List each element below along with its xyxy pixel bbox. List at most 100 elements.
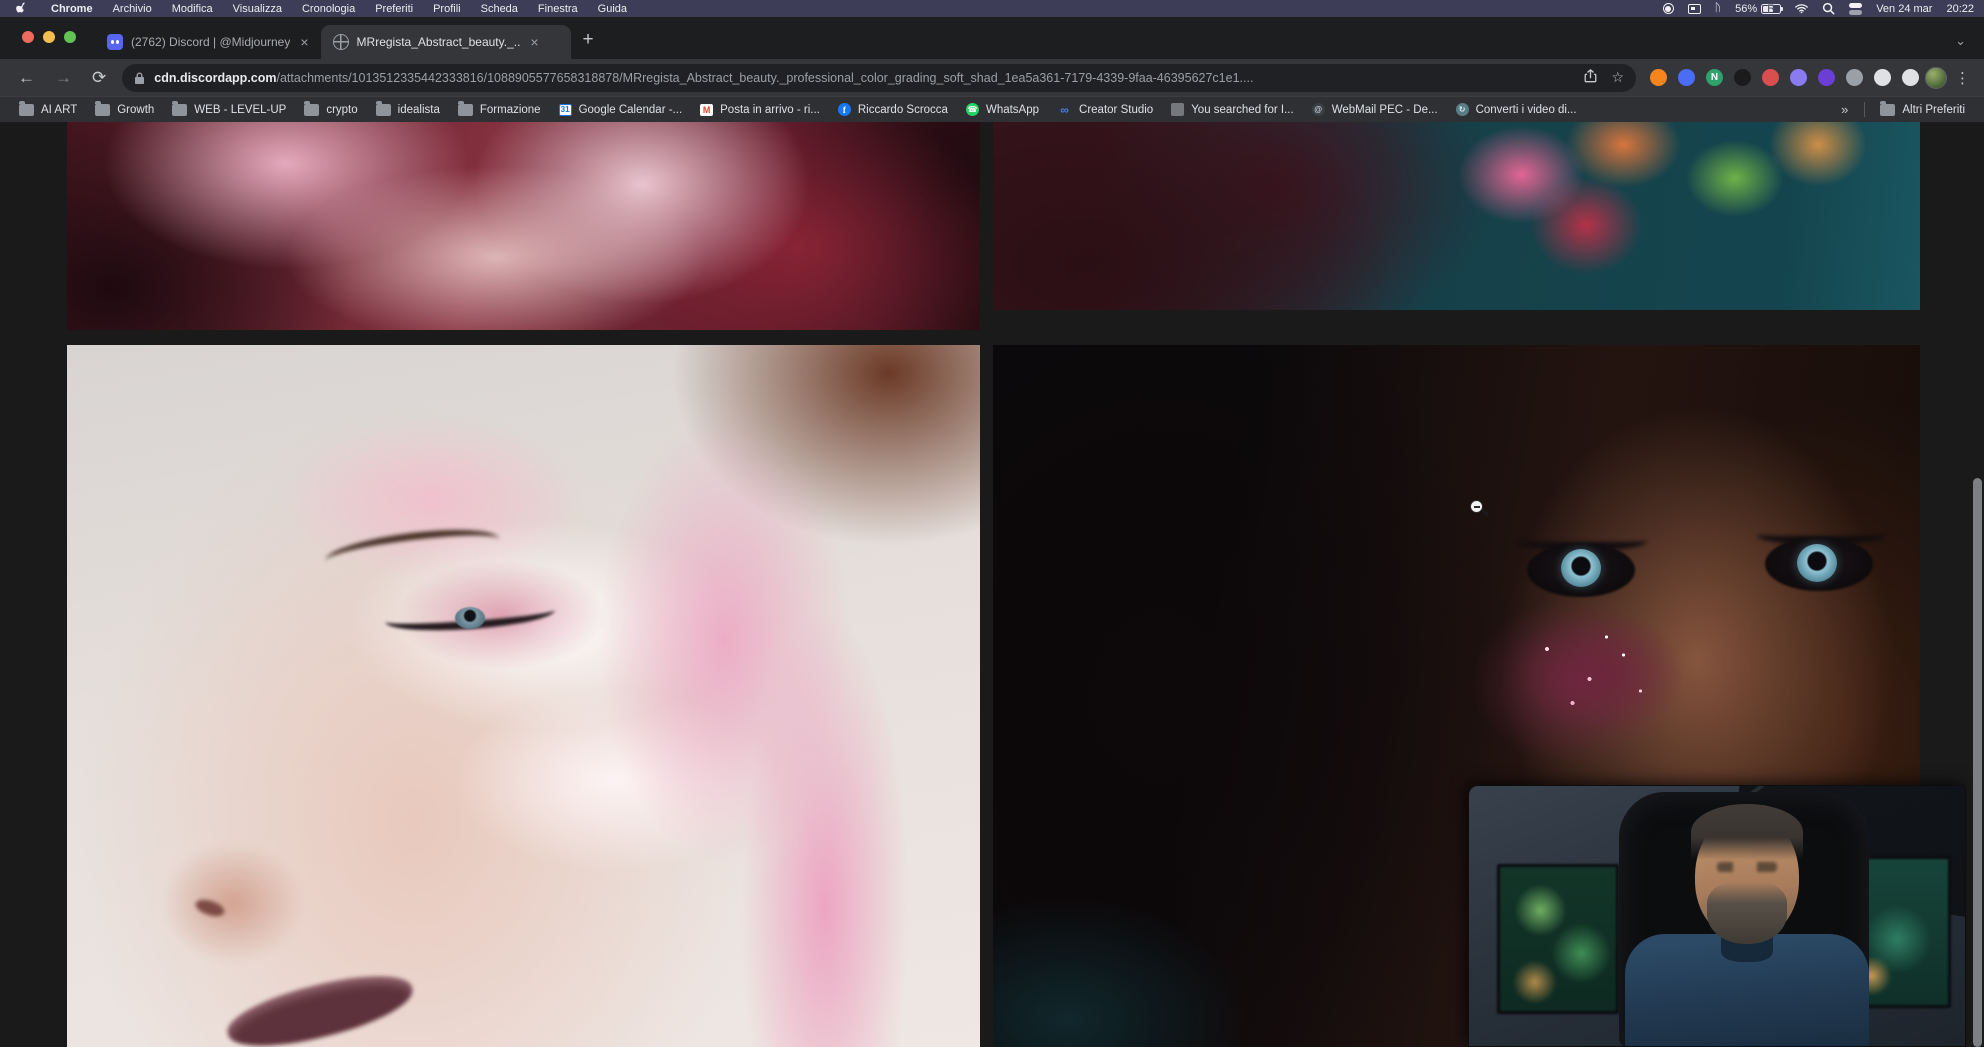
bookmark-item[interactable]: f Riccardo Scrocca: [829, 103, 957, 116]
sidepanel-extension[interactable]: [1902, 69, 1919, 86]
close-window-button[interactable]: [22, 31, 34, 43]
bookmark-label: WhatsApp: [986, 104, 1039, 116]
menu-item-preferiti[interactable]: Preferiti: [365, 3, 423, 15]
bookmark-item[interactable]: 31 Google Calendar -...: [550, 104, 692, 116]
control-center-icon[interactable]: [1849, 2, 1862, 15]
menu-item-cronologia[interactable]: Cronologia: [292, 3, 365, 15]
black-extension[interactable]: [1734, 69, 1751, 86]
grid-image-top-right[interactable]: [993, 122, 1920, 310]
blue-extension[interactable]: [1678, 69, 1695, 86]
folder-icon: [458, 104, 473, 116]
webcam-overlay: [1468, 785, 1966, 1047]
profile-avatar[interactable]: [1925, 67, 1947, 89]
bookmark-item[interactable]: You searched for I...: [1162, 103, 1303, 116]
window-controls: [22, 31, 76, 43]
bookmarks-overflow-chevron[interactable]: »: [1831, 102, 1858, 117]
reload-button[interactable]: ⟳: [82, 68, 116, 88]
background-monitor-left: [1497, 864, 1619, 1014]
fullscreen-window-button[interactable]: [64, 31, 76, 43]
bookmark-item[interactable]: idealista: [367, 104, 449, 116]
puzzle-extension[interactable]: [1874, 69, 1891, 86]
menu-item-scheda[interactable]: Scheda: [471, 3, 528, 15]
bookmark-item[interactable]: ↻ Converti i video di...: [1447, 103, 1586, 116]
tab-discord[interactable]: (2762) Discord | @Midjourney ×: [95, 25, 321, 59]
zoom-out-cursor: [1470, 500, 1490, 522]
bookmark-label: Growth: [117, 104, 154, 116]
folder-icon: [1880, 104, 1895, 116]
bookmark-label: Posta in arrivo - ri...: [720, 104, 820, 116]
menu-item-chrome[interactable]: Chrome: [41, 3, 103, 15]
menu-item-visualizza[interactable]: Visualizza: [223, 3, 292, 15]
chrome-toolbar: ← → ⟳ cdn.discordapp.com/attachments/101…: [0, 59, 1984, 96]
grid-gap: [980, 122, 993, 1047]
left-portrait-lips: [222, 963, 419, 1047]
lavender-extension[interactable]: [1790, 69, 1807, 86]
other-bookmarks-label: Altri Preferiti: [1902, 104, 1965, 116]
screen-mirroring-icon[interactable]: [1688, 4, 1701, 14]
page-content: [0, 122, 1984, 1047]
bookmark-item[interactable]: M Posta in arrivo - ri...: [691, 104, 829, 116]
bookmark-item[interactable]: @ WebMail PEC - De...: [1303, 103, 1447, 116]
tab-image-active[interactable]: MRregista_Abstract_beauty._.. ×: [321, 25, 571, 59]
bookmark-item[interactable]: crypto: [295, 104, 366, 116]
right-portrait-iris-left: [1561, 549, 1601, 587]
green-extension[interactable]: N: [1706, 69, 1723, 86]
bookmark-label: AI ART: [41, 104, 77, 116]
battery-indicator[interactable]: 56% Ϝ: [1735, 3, 1781, 15]
bookmarks-list: AI ART Growth WEB - LEVEL-UP crypto: [10, 103, 1586, 116]
wifi-icon[interactable]: [1795, 2, 1808, 15]
grid-image-bottom-left[interactable]: [67, 345, 980, 1047]
https-lock-icon[interactable]: [134, 72, 145, 84]
other-bookmarks-folder[interactable]: Altri Preferiti: [1871, 104, 1974, 116]
record-status-icon[interactable]: [1663, 3, 1674, 14]
grid-image-top-left[interactable]: [67, 122, 980, 330]
menu-item-finestra[interactable]: Finestra: [528, 3, 588, 15]
left-portrait-iris: [455, 607, 485, 629]
page-scrollbar[interactable]: [1973, 478, 1982, 1047]
folder-icon: [376, 104, 391, 116]
discord-favicon: [107, 34, 123, 50]
new-tab-button[interactable]: +: [583, 29, 594, 51]
minimize-window-button[interactable]: [43, 31, 55, 43]
chrome-menu-kebab-icon[interactable]: ⋮: [1947, 69, 1976, 87]
battery-percent: 56%: [1735, 3, 1757, 15]
menubar-clock[interactable]: 20:22: [1946, 3, 1974, 15]
bookmark-label: You searched for I...: [1191, 104, 1294, 116]
menu-item-archivio[interactable]: Archivio: [103, 3, 162, 15]
tab-image-close-icon[interactable]: ×: [528, 34, 540, 50]
purple-extension[interactable]: [1818, 69, 1835, 86]
macos-menubar: Chrome Archivio Modifica Visualizza Cron…: [0, 0, 1984, 17]
tab-search-chevron-icon[interactable]: ⌄: [1955, 33, 1966, 49]
menu-item-guida[interactable]: Guida: [588, 3, 637, 15]
forward-button[interactable]: →: [45, 68, 82, 88]
bookmark-star-icon[interactable]: ☆: [1611, 69, 1624, 86]
bookmark-item[interactable]: ☎ WhatsApp: [957, 103, 1048, 116]
presenter-eyes: [1717, 862, 1777, 872]
menubar-date[interactable]: Ven 24 mar: [1876, 3, 1932, 15]
bookmark-item[interactable]: WEB - LEVEL-UP: [163, 104, 295, 116]
bookmark-label: Converti i video di...: [1476, 104, 1577, 116]
bookmarks-separator: [1864, 102, 1865, 117]
red-extension[interactable]: [1762, 69, 1779, 86]
address-bar[interactable]: cdn.discordapp.com/attachments/101351233…: [122, 64, 1636, 92]
bookmark-label: WEB - LEVEL-UP: [194, 104, 286, 116]
bookmark-item[interactable]: Formazione: [449, 104, 550, 116]
bookmark-item[interactable]: Growth: [86, 104, 163, 116]
tab-image-title: MRregista_Abstract_beauty._..: [357, 35, 521, 49]
battery-icon: Ϝ: [1761, 4, 1781, 14]
convert-icon: ↻: [1456, 103, 1469, 116]
whatsapp-icon: ☎: [966, 103, 979, 116]
presenter-hair: [1691, 804, 1803, 860]
bookmark-item[interactable]: AI ART: [10, 104, 86, 116]
apple-menu-icon[interactable]: [16, 2, 29, 15]
menu-item-modifica[interactable]: Modifica: [162, 3, 223, 15]
grid-extension[interactable]: [1846, 69, 1863, 86]
tab-discord-close-icon[interactable]: ×: [298, 34, 310, 50]
spotlight-search-icon[interactable]: [1822, 2, 1835, 15]
menu-item-profili[interactable]: Profili: [423, 3, 471, 15]
bluetooth-icon[interactable]: ᚢ: [1715, 3, 1722, 14]
back-button[interactable]: ←: [8, 68, 45, 88]
bookmark-item[interactable]: ∞ Creator Studio: [1048, 104, 1162, 116]
share-icon[interactable]: [1584, 69, 1597, 86]
fox-orange-extension[interactable]: [1650, 69, 1667, 86]
